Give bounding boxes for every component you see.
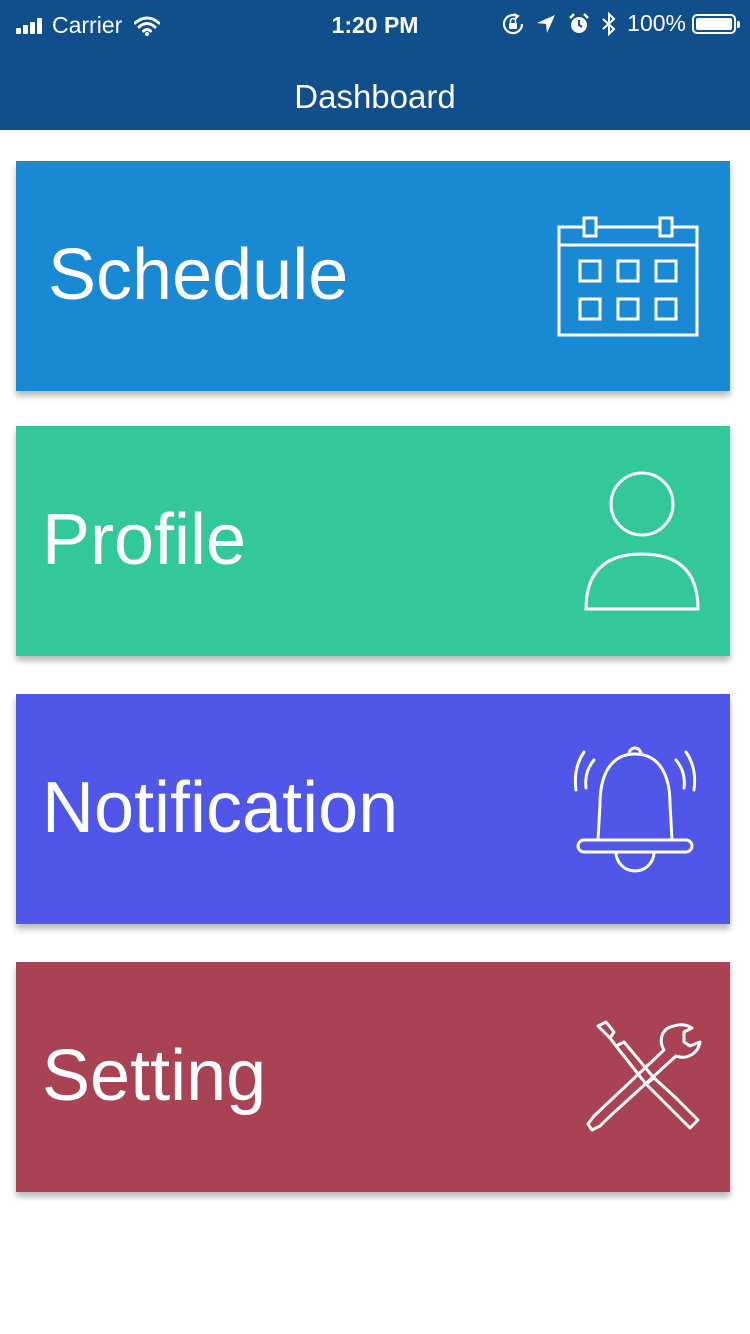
bluetooth-icon — [602, 11, 616, 36]
schedule-label: Schedule — [48, 235, 349, 315]
setting-label: Setting — [42, 1036, 267, 1116]
notification-card[interactable]: Notification — [16, 694, 730, 924]
schedule-card[interactable]: Schedule — [16, 161, 730, 391]
setting-card[interactable]: Setting — [16, 962, 730, 1192]
app-header: Carrier 1:20 PM 100% Dashboard — [0, 0, 750, 130]
bell-icon — [573, 746, 697, 873]
notification-label: Notification — [42, 768, 399, 848]
tools-icon — [586, 1020, 702, 1132]
status-bar: Carrier 1:20 PM 100% — [0, 0, 750, 52]
location-icon — [537, 14, 556, 33]
profile-label: Profile — [42, 500, 247, 580]
orientation-lock-icon — [503, 12, 524, 34]
profile-card[interactable]: Profile — [16, 426, 730, 656]
status-right: 100% — [491, 10, 740, 37]
page-title: Dashboard — [294, 78, 456, 115]
battery-percentage: 100% — [627, 10, 686, 36]
calendar-icon — [557, 216, 699, 337]
user-icon — [584, 471, 700, 611]
battery-icon — [692, 13, 740, 34]
alarm-icon — [569, 12, 590, 33]
